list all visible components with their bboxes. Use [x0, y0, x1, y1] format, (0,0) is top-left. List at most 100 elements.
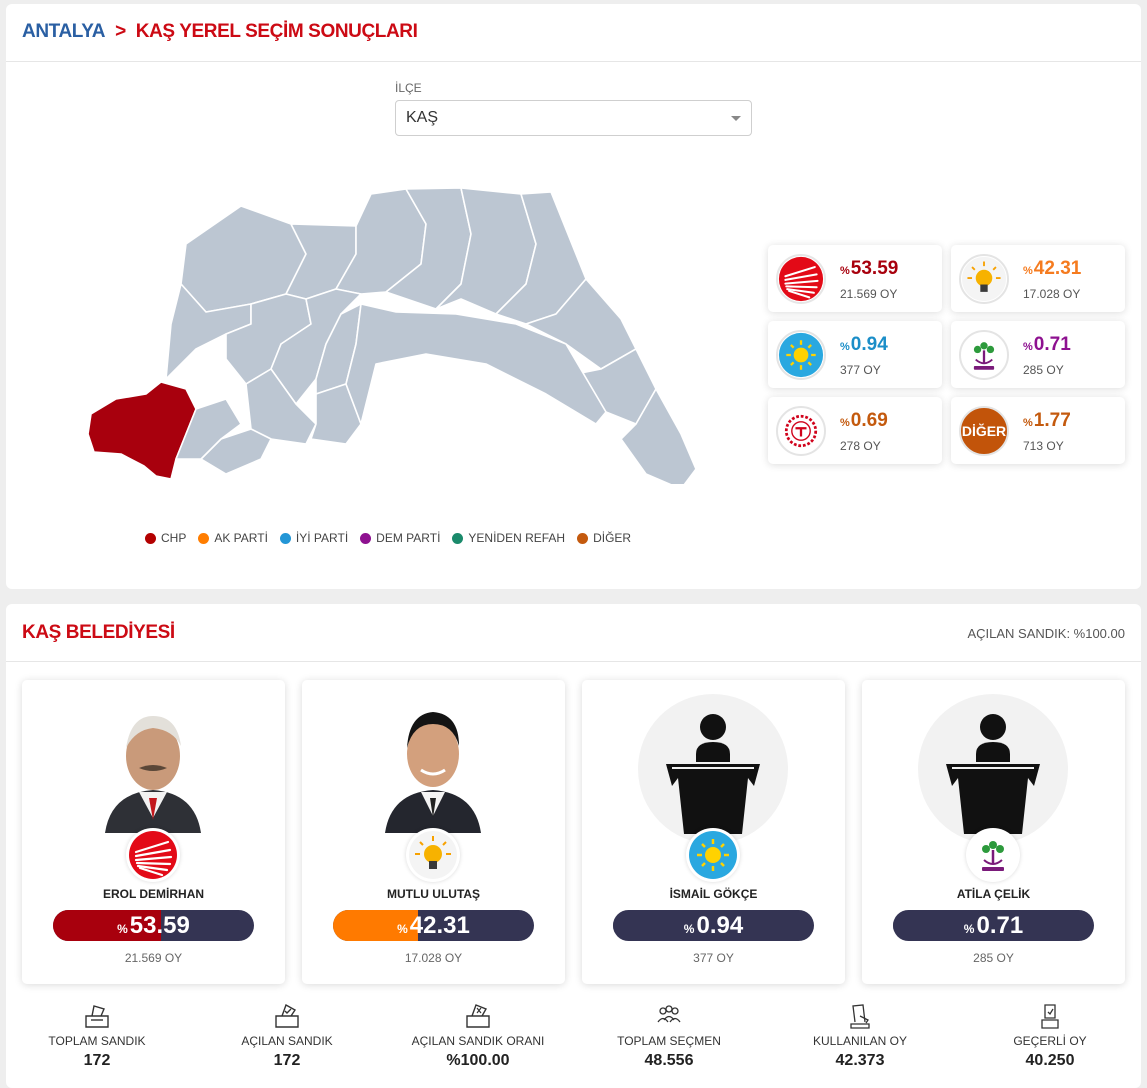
legend-label: İYİ PARTİ — [295, 531, 349, 545]
party-votes: 21.569 OY — [840, 287, 898, 301]
stat-value: 40.250 — [1025, 1052, 1075, 1069]
legend-dot — [198, 532, 210, 544]
legend-label: DİĞER — [593, 531, 632, 545]
ballot-rate-icon — [466, 1004, 490, 1028]
tip-logo-icon — [776, 406, 826, 456]
breadcrumb: ANTALYA > KAŞ YEREL SEÇİM SONUÇLARI — [22, 21, 418, 43]
party-votes: 713 OY — [1023, 439, 1064, 453]
panel-header: ANTALYA > KAŞ YEREL SEÇİM SONUÇLARI — [6, 4, 1141, 62]
candidate-vote-bar: % 0.94 — [613, 910, 814, 941]
district-results-panel: ANTALYA > KAŞ YEREL SEÇİM SONUÇLARI İLÇE… — [6, 4, 1141, 589]
party-percentage: %42.31 — [1023, 258, 1082, 279]
municipality-title: KAŞ BELEDİYESİ — [22, 622, 175, 643]
diger-logo-text: DİĞER — [961, 423, 1007, 439]
district-select-value: KAŞ — [406, 109, 439, 126]
legend-item: CHP — [145, 531, 186, 545]
legend-label: DEM PARTİ — [376, 531, 441, 545]
party-percentage: %0.94 — [840, 334, 888, 355]
stat-total-ballots: TOPLAM SANDIK 172 — [7, 1002, 187, 1070]
candidate-card: İSMAİL GÖKÇE % 0.94 377 OY — [582, 680, 845, 984]
party-percentage: %0.69 — [840, 410, 888, 431]
stat-total-voters: TOPLAM SEÇMEN 48.556 — [579, 1002, 759, 1070]
province-map — [87, 187, 696, 484]
candidate-percentage: % 53.59 — [117, 911, 190, 939]
candidate-percentage: % 0.71 — [963, 911, 1024, 939]
party-percentage: %53.59 — [840, 258, 899, 279]
candidate-photo — [381, 698, 485, 838]
candidate-card: MUTLU ULUTAŞ % 42.31 17.028 OY — [302, 680, 565, 984]
party-card-chp: %53.59 21.569 OY — [768, 245, 942, 312]
stat-label: AÇILAN SANDIK — [241, 1034, 333, 1048]
district-select-label: İLÇE — [395, 81, 422, 95]
legend-dot — [145, 532, 156, 544]
legend-dot — [360, 532, 372, 544]
candidate-votes: 21.569 OY — [124, 951, 183, 965]
party-card-tip: %0.69 278 OY — [768, 397, 942, 464]
candidate-vote-bar: % 42.31 — [333, 910, 534, 941]
candidate-votes: 377 OY — [693, 951, 734, 965]
legend-label: CHP — [161, 531, 187, 545]
diger-logo-icon: DİĞER — [959, 406, 1009, 456]
candidate-name: ATİLA ÇELİK — [956, 887, 1031, 901]
breadcrumb-province-link[interactable]: ANTALYA — [22, 21, 105, 43]
legend-item: AK PARTİ — [198, 531, 268, 545]
candidate-placeholder-avatar — [638, 694, 788, 844]
party-card-iyi: %0.94 377 OY — [768, 321, 942, 388]
legend-item: İYİ PARTİ — [279, 531, 349, 545]
party-card-diger: DİĞER %1.77 713 OY — [951, 397, 1125, 464]
party-percentage: %0.71 — [1023, 334, 1071, 355]
dem-tree-icon — [966, 828, 1020, 882]
akp-bulb-icon — [959, 254, 1009, 304]
party-votes: 17.028 OY — [1023, 287, 1081, 301]
legend-item: DİĞER — [577, 531, 631, 545]
candidate-vote-bar: % 53.59 — [53, 910, 254, 941]
iyi-sun-icon — [776, 330, 826, 380]
stat-opened-ratio: AÇILAN SANDIK ORANI %100.00 — [388, 1002, 568, 1070]
candidate-votes: 17.028 OY — [404, 951, 463, 965]
podium-person-icon — [666, 714, 760, 834]
candidate-card: ATİLA ÇELİK % 0.71 285 OY — [862, 680, 1125, 984]
candidate-percentage: % 0.94 — [683, 911, 744, 939]
party-votes: 278 OY — [840, 439, 881, 453]
party-card-akp: %42.31 17.028 OY — [951, 245, 1125, 312]
district-select[interactable]: KAŞ — [395, 100, 752, 136]
chp-logo-icon — [126, 828, 180, 882]
stat-value: 42.373 — [835, 1052, 885, 1069]
party-percentage: %1.77 — [1023, 410, 1071, 431]
stat-opened-ballots: AÇILAN SANDIK 172 — [197, 1002, 377, 1070]
akp-bulb-icon — [406, 828, 460, 882]
breadcrumb-chevron-icon: > — [115, 21, 126, 42]
legend-dot — [577, 532, 589, 544]
candidate-vote-bar: % 0.71 — [893, 910, 1094, 941]
opened-ballots-status: AÇILAN SANDIK: %100.00 — [967, 626, 1125, 641]
ballot-box-icon — [85, 1005, 109, 1028]
panel-header: KAŞ BELEDİYESİ AÇILAN SANDIK: %100.00 — [6, 604, 1141, 662]
party-votes: 377 OY — [840, 363, 881, 377]
stat-label: AÇILAN SANDIK ORANI — [411, 1034, 545, 1048]
stat-value: 48.556 — [644, 1052, 694, 1069]
party-card-dem: %0.71 285 OY — [951, 321, 1125, 388]
candidate-name: EROL DEMİRHAN — [102, 887, 205, 901]
candidate-name: İSMAİL GÖKÇE — [669, 887, 758, 901]
stat-value: %100.00 — [446, 1052, 510, 1069]
party-legend: CHP AK PARTİ İYİ PARTİ DEM PARTİ YENİDEN… — [145, 531, 631, 545]
stat-label: TOPLAM SEÇMEN — [617, 1034, 721, 1048]
candidate-card: EROL DEMİRHAN % 53.59 21.569 OY — [22, 680, 285, 984]
stat-label: TOPLAM SANDIK — [48, 1034, 146, 1048]
voters-icon — [657, 1005, 681, 1023]
chevron-down-icon — [731, 116, 741, 121]
stat-votes-cast: KULLANILAN OY 42.373 — [770, 1002, 950, 1070]
candidate-placeholder-avatar — [918, 694, 1068, 844]
podium-person-icon — [946, 714, 1040, 834]
valid-vote-icon — [1041, 1004, 1059, 1029]
candidate-photo — [101, 698, 205, 838]
legend-dot — [452, 532, 464, 544]
candidate-name: MUTLU ULUTAŞ — [386, 887, 481, 901]
municipality-panel: KAŞ BELEDİYESİ AÇILAN SANDIK: %100.00 ER… — [6, 604, 1141, 1088]
legend-item: YENİDEN REFAH — [452, 531, 565, 545]
legend-dot — [279, 532, 291, 544]
opened-ballot-icon — [275, 1003, 299, 1028]
chp-logo-icon — [776, 254, 826, 304]
iyi-sun-icon — [686, 828, 740, 882]
stat-label: GEÇERLİ OY — [1013, 1034, 1087, 1048]
